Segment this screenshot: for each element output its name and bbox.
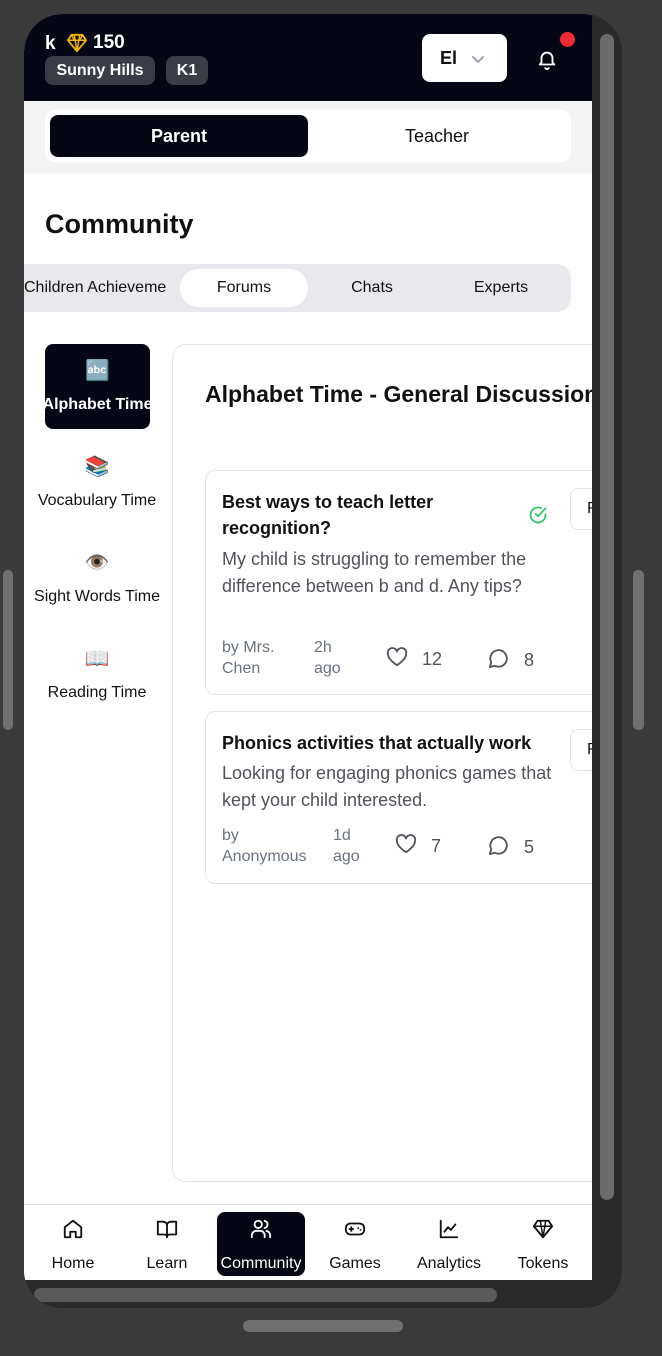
grade-badge: K1: [166, 56, 208, 85]
language-select[interactable]: El: [422, 34, 507, 82]
nav-label: Learn: [146, 1255, 188, 1272]
gem-icon: [532, 1218, 554, 1245]
time-unit: ago: [314, 660, 341, 677]
right-resize-handle[interactable]: [633, 570, 644, 730]
users-icon: [250, 1218, 272, 1245]
tab-chats[interactable]: Chats: [308, 269, 436, 307]
time-value: 1d: [333, 827, 351, 844]
comment-button[interactable]: 5: [488, 834, 534, 861]
message-circle-icon: [488, 834, 510, 861]
horizontal-scrollbar[interactable]: [34, 1288, 497, 1302]
time-value: 2h: [314, 639, 332, 656]
gem-icon: [66, 33, 88, 58]
reply-button[interactable]: R: [570, 729, 592, 771]
post-author: by Mrs. Chen: [222, 637, 274, 679]
message-circle-icon: [488, 647, 510, 674]
tab-children-achievements[interactable]: Children Achieveme: [24, 269, 180, 307]
post-time: 1d ago: [333, 825, 360, 867]
sidebar-item-label: Alphabet Time: [45, 395, 150, 413]
sidebar-item-label: Sight Words Time: [34, 587, 160, 605]
nav-learn[interactable]: Learn: [123, 1212, 211, 1276]
role-parent-button[interactable]: Parent: [50, 115, 308, 157]
like-button[interactable]: 12: [386, 647, 442, 672]
nav-home[interactable]: Home: [29, 1212, 117, 1276]
post-time: 2h ago: [314, 637, 341, 679]
notification-dot: [560, 32, 575, 47]
sidebar-item-label: Vocabulary Time: [37, 491, 157, 509]
like-button[interactable]: 7: [395, 834, 441, 859]
post-author: by Anonymous: [222, 825, 307, 867]
top-bar: k 150 Sunny Hills K1 El: [24, 14, 592, 101]
heart-icon: [395, 834, 417, 859]
nav-label: Analytics: [416, 1255, 482, 1272]
school-badge: Sunny Hills: [45, 56, 155, 85]
sidebar-item-label: Reading Time: [47, 683, 147, 701]
like-count: 7: [431, 836, 442, 856]
post-body: Looking for engaging phonics games that …: [222, 763, 552, 810]
bottom-resize-handle[interactable]: [243, 1320, 403, 1332]
app-screen: k 150 Sunny Hills K1 El Parent Teacher C…: [24, 14, 592, 1280]
comment-button[interactable]: 8: [488, 647, 534, 674]
sidebar-item-vocabulary-time[interactable]: 📚 Vocabulary Time: [26, 440, 168, 525]
tab-forums[interactable]: Forums: [180, 269, 308, 307]
nav-analytics[interactable]: Analytics: [405, 1212, 493, 1276]
forum-panel: Alphabet Time - General Discussion Best …: [172, 344, 592, 1182]
community-tabs: Children Achieveme Forums Chats Experts: [24, 264, 571, 312]
forum-post-card[interactable]: Best ways to teach letter recognition? R…: [205, 470, 592, 695]
user-initial: k: [45, 33, 56, 54]
language-value: El: [440, 47, 458, 68]
chevron-down-icon: [471, 48, 485, 69]
bell-icon[interactable]: [536, 47, 558, 76]
abc-icon: 🔤: [85, 359, 110, 382]
post-body: My child is struggling to remember the d…: [222, 549, 527, 596]
open-book-icon: 📖: [84, 647, 110, 670]
sidebar-item-reading-time[interactable]: 📖 Reading Time: [26, 632, 168, 717]
time-unit: ago: [333, 848, 360, 865]
gamepad-icon: [344, 1218, 366, 1245]
eye-icon: 👁️: [84, 551, 110, 574]
check-circle-icon: [528, 505, 548, 530]
books-icon: 📚: [84, 455, 110, 478]
role-toggle: Parent Teacher: [45, 110, 571, 162]
role-toggle-area: Parent Teacher: [24, 101, 592, 174]
forum-post-card[interactable]: Phonics activities that actually work R …: [205, 711, 592, 884]
bottom-nav: Home Learn Community Games Analytics Tok…: [24, 1204, 592, 1280]
nav-label: Home: [51, 1255, 95, 1272]
post-title[interactable]: Phonics activities that actually work: [222, 730, 562, 756]
author-name: Anonymous: [222, 848, 307, 865]
tab-experts[interactable]: Experts: [436, 269, 566, 307]
home-icon: [62, 1218, 84, 1245]
left-resize-handle[interactable]: [3, 570, 13, 730]
nav-community[interactable]: Community: [217, 1212, 305, 1276]
like-count: 12: [422, 649, 443, 669]
nav-label: Community: [220, 1255, 302, 1272]
nav-label: Games: [329, 1255, 381, 1272]
author-prefix: by Mrs.: [222, 639, 275, 656]
comment-count: 5: [524, 837, 535, 857]
role-teacher-button[interactable]: Teacher: [308, 115, 566, 157]
page-title: Community: [45, 209, 194, 239]
comment-count: 8: [524, 650, 535, 670]
forum-title: Alphabet Time - General Discussion: [205, 381, 592, 407]
post-title[interactable]: Best ways to teach letter recognition?: [222, 489, 522, 541]
author-name: Chen: [222, 660, 261, 677]
phone-device: k 150 Sunny Hills K1 El Parent Teacher C…: [24, 14, 622, 1308]
vertical-scrollbar[interactable]: [600, 34, 614, 1200]
chart-line-icon: [438, 1218, 460, 1245]
sidebar-item-sight-words-time[interactable]: 👁️ Sight Words Time: [26, 536, 168, 621]
token-balance: 150: [93, 32, 125, 53]
nav-tokens[interactable]: Tokens: [499, 1212, 587, 1276]
heart-icon: [386, 647, 408, 672]
book-open-icon: [156, 1218, 178, 1245]
nav-games[interactable]: Games: [311, 1212, 399, 1276]
sidebar-item-alphabet-time[interactable]: 🔤 Alphabet Time: [45, 344, 150, 429]
nav-label: Tokens: [517, 1255, 569, 1272]
author-prefix: by: [222, 827, 239, 844]
reply-button[interactable]: R: [570, 488, 592, 530]
